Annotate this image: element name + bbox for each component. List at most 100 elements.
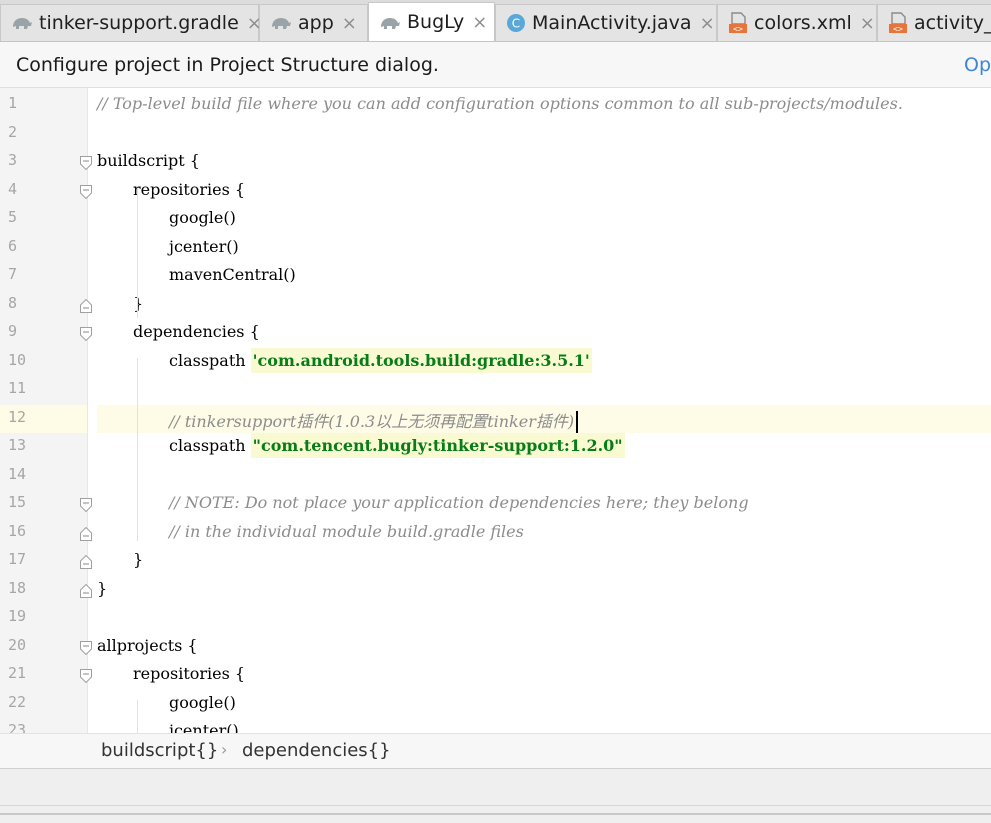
line-number: 6 [8,236,18,255]
code-text: } [133,294,143,313]
code-text: buildscript { [97,151,200,170]
code-line[interactable]: 17} [0,547,991,575]
tab-label: tinker-support.gradle [39,11,239,34]
code-line[interactable]: 11 [0,376,991,404]
code-token: google() [169,692,236,712]
line-number: 22 [8,692,27,711]
fold-start-icon[interactable] [80,640,92,655]
code-token: repositories { [133,179,246,199]
line-number: 10 [8,350,27,369]
breadcrumb-item-buildscript[interactable]: buildscript{} [101,740,218,761]
code-line[interactable]: 6 jcenter() [0,234,991,262]
string-literal: "com.tencent.bugly:tinker-support:1.2.0" [250,433,625,458]
indent-guide [137,700,138,733]
code-line[interactable]: 15 // NOTE: Do not place your application… [0,490,991,518]
code-line[interactable]: 19 [0,604,991,632]
divider [0,813,991,815]
code-token: buildscript { [97,151,200,170]
code-line[interactable]: 18} [0,576,991,604]
code-token: dependencies { [133,322,260,341]
code-line[interactable]: 2 [0,120,991,148]
code-line[interactable]: 21 repositories { [0,661,991,689]
code-line[interactable]: 20 allprojects { [0,633,991,661]
xml-file-icon: <> [728,12,748,34]
code-text: classpath "com.tencent.bugly:tinker-supp… [169,433,625,458]
code-token: mavenCentral() [169,265,296,284]
fold-end-icon[interactable] [80,583,92,598]
code-line[interactable]: 4 repositories { [0,177,991,205]
code-token: // tinkersupport插件(1.0.3以上无须再配置tinker插件) [169,411,575,431]
code-line[interactable]: 5 google() [0,205,991,233]
code-line[interactable]: 10 classpath 'com.android.tools.build:gra… [0,347,991,376]
breadcrumb-separator: › [221,740,228,759]
code-text: dependencies { [133,322,260,341]
svg-text:<>: <> [893,25,903,34]
code-line[interactable]: 16 // in the individual module build.grad… [0,519,991,547]
code-text: google() [169,208,236,227]
code-line[interactable]: 12 // tinkersupport插件(1.0.3以上无须再配置tinker插… [0,404,991,433]
line-number: 18 [8,578,27,597]
tab-activity-main[interactable]: <> activity_m [877,4,991,41]
code-token: classpath [169,436,251,455]
line-number: 13 [8,436,27,454]
line-number: 14 [8,464,27,483]
open-project-structure-link[interactable]: Op [964,54,991,76]
xml-file-icon: <> [888,12,908,34]
indent-guide [137,358,138,541]
line-number: 12 [8,407,27,426]
code-line[interactable]: 22 google() [0,690,991,718]
line-number: 1 [8,94,18,112]
tab-mainactivity-java[interactable]: C MainActivity.java × [495,4,717,41]
code-comment: // NOTE: Do not place your application d… [169,493,749,512]
code-line[interactable]: 8} [0,291,991,319]
code-editor[interactable]: 1 // Top-level build file where you can a… [0,88,991,733]
close-icon[interactable]: × [472,12,487,33]
notification-banner: Configure project in Project Structure d… [0,42,991,88]
fold-start-icon[interactable] [80,326,92,342]
code-comment: // tinkersupport插件(1.0.3以上无须再配置tinker插件) [169,408,579,433]
code-token: jcenter() [169,236,239,256]
code-token: google() [169,208,236,227]
close-icon[interactable]: × [700,13,715,34]
fold-end-icon[interactable] [80,526,92,541]
tab-bugly[interactable]: BugLy × [368,2,495,41]
tab-label: app [298,11,334,34]
code-line[interactable]: 7 mavenCentral() [0,262,991,290]
code-line[interactable]: 1 // Top-level build file where you can a… [0,91,991,119]
code-line[interactable]: 9 dependencies { [0,319,991,347]
code-comment: // in the individual module build.gradle… [169,522,524,541]
editor-tab-bar: tinker-support.gradle × app × BugLy × C … [0,0,991,42]
code-text: mavenCentral() [169,265,296,284]
fold-end-icon[interactable] [80,298,92,313]
fold-start-icon[interactable] [80,497,92,513]
breadcrumb: buildscript{} › dependencies{} [0,733,991,769]
code-token: allprojects { [97,635,198,655]
code-line[interactable]: 23 jcenter() [0,718,991,733]
code-line[interactable]: 3 buildscript { [0,148,991,176]
code-line[interactable]: 13 classpath "com.tencent.bugly:tinker-su… [0,433,991,461]
line-number: 21 [8,664,27,682]
tab-colors-xml[interactable]: <> colors.xml × [717,4,877,41]
close-icon[interactable]: × [342,13,357,34]
fold-end-icon[interactable] [80,554,92,569]
line-number: 5 [8,208,18,226]
code-token: // Top-level build file where you can ad… [97,94,903,113]
tab-app[interactable]: app × [259,4,368,41]
string-literal: 'com.android.tools.build:gradle:3.5.1' [250,347,592,373]
line-number: 16 [8,521,27,540]
code-text: } [97,579,107,598]
fold-start-icon[interactable] [80,668,92,684]
line-number: 9 [8,322,18,340]
close-icon[interactable]: × [860,13,875,34]
fold-start-icon[interactable] [80,184,92,199]
text-caret [576,411,579,433]
breadcrumb-item-dependencies[interactable]: dependencies{} [242,740,391,761]
code-text: } [133,550,143,569]
line-number: 2 [8,122,18,141]
code-line[interactable]: 14 [0,462,991,490]
code-token: repositories { [133,664,246,683]
line-number: 4 [8,179,18,198]
line-number: 8 [8,293,18,312]
tab-tinker-support-gradle[interactable]: tinker-support.gradle × [0,4,262,41]
fold-start-icon[interactable] [80,155,92,171]
